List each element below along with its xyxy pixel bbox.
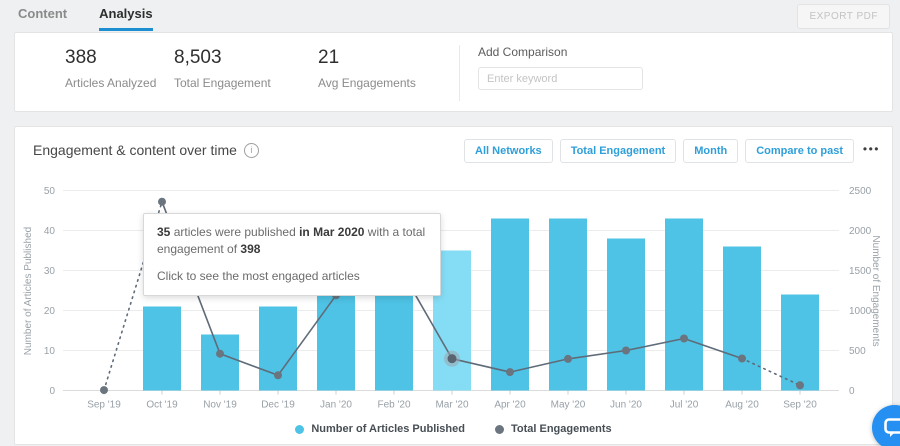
line-dot: [274, 371, 282, 379]
chart-title: Engagement & content over time: [33, 142, 237, 158]
svg-text:20: 20: [44, 306, 56, 317]
line-dot: [738, 355, 746, 363]
stat-articles-analyzed: 388 Articles Analyzed: [65, 47, 156, 90]
svg-text:Sep '20: Sep '20: [783, 400, 817, 411]
tabs: Content Analysis: [18, 6, 153, 31]
stat-value: 388: [65, 47, 156, 69]
bar: [549, 219, 587, 391]
svg-text:1000: 1000: [849, 306, 872, 317]
svg-text:2500: 2500: [849, 186, 872, 197]
line-dot: [622, 347, 630, 355]
line-dot: [564, 355, 572, 363]
svg-text:Dec '19: Dec '19: [261, 400, 295, 411]
svg-text:Oct '19: Oct '19: [146, 400, 178, 411]
top-tab-bar: Content Analysis EXPORT PDF: [0, 0, 900, 31]
svg-text:Feb '20: Feb '20: [377, 400, 410, 411]
bar: [607, 239, 645, 391]
chart-tooltip[interactable]: 35 articles were published in Mar 2020 w…: [143, 213, 441, 296]
svg-text:Mar '20: Mar '20: [435, 400, 468, 411]
bar: [665, 219, 703, 391]
bar: [491, 219, 529, 391]
info-icon[interactable]: i: [244, 143, 259, 158]
add-comparison-label: Add Comparison: [478, 45, 643, 59]
stats-card: 388 Articles Analyzed 8,503 Total Engage…: [14, 32, 893, 112]
legend-label: Number of Articles Published: [311, 423, 465, 435]
bar: [723, 247, 761, 391]
svg-text:Number of Engagements: Number of Engagements: [870, 235, 881, 346]
svg-text:Aug '20: Aug '20: [725, 400, 759, 411]
chart-legend: Number of Articles Published Total Engag…: [15, 423, 892, 435]
stat-value: 8,503: [174, 47, 271, 69]
svg-text:50: 50: [44, 186, 56, 197]
compare-to-past-button[interactable]: Compare to past: [745, 139, 854, 163]
comparison-keyword-input[interactable]: [478, 67, 643, 90]
tab-analysis[interactable]: Analysis: [99, 6, 152, 31]
stat-total-engagement: 8,503 Total Engagement: [174, 47, 271, 90]
svg-text:Sep '19: Sep '19: [87, 400, 121, 411]
svg-text:Jul '20: Jul '20: [670, 400, 699, 411]
legend-label: Total Engagements: [511, 423, 612, 435]
svg-text:Apr '20: Apr '20: [494, 400, 526, 411]
stat-avg-engagements: 21 Avg Engagements: [318, 47, 416, 90]
tooltip-hint: Click to see the most engaged articles: [157, 268, 427, 285]
svg-text:10: 10: [44, 346, 56, 357]
month-button[interactable]: Month: [683, 139, 738, 163]
bar: [201, 335, 239, 391]
bar: [143, 307, 181, 391]
all-networks-button[interactable]: All Networks: [464, 139, 553, 163]
svg-text:500: 500: [849, 346, 866, 357]
bar: [781, 295, 819, 391]
svg-text:May '20: May '20: [551, 400, 586, 411]
legend-item-articles[interactable]: Number of Articles Published: [295, 423, 465, 435]
line-dot-highlight: [448, 354, 457, 363]
chat-icon: [884, 418, 900, 438]
svg-text:Jan '20: Jan '20: [320, 400, 352, 411]
svg-text:1500: 1500: [849, 266, 872, 277]
tooltip-summary: 35 articles were published in Mar 2020 w…: [157, 224, 427, 259]
svg-text:Nov '19: Nov '19: [203, 400, 237, 411]
stat-label: Avg Engagements: [318, 76, 416, 90]
tab-content[interactable]: Content: [18, 6, 67, 31]
svg-text:2000: 2000: [849, 226, 872, 237]
line-dot: [506, 368, 514, 376]
line-dot: [796, 381, 804, 389]
line-dot: [680, 335, 688, 343]
stat-label: Total Engagement: [174, 76, 271, 90]
total-engagement-button[interactable]: Total Engagement: [560, 139, 677, 163]
divider: [459, 45, 460, 101]
stat-value: 21: [318, 47, 416, 69]
legend-dot-bars: [295, 425, 304, 434]
legend-dot-line: [495, 425, 504, 434]
export-pdf-button[interactable]: EXPORT PDF: [797, 4, 890, 29]
svg-text:Number of Articles Published: Number of Articles Published: [23, 227, 34, 355]
svg-text:30: 30: [44, 266, 56, 277]
svg-text:0: 0: [49, 386, 55, 397]
more-options-icon[interactable]: •••: [863, 142, 880, 156]
svg-text:Jun '20: Jun '20: [610, 400, 642, 411]
svg-text:40: 40: [44, 226, 56, 237]
stat-label: Articles Analyzed: [65, 76, 156, 90]
analytics-page: Content Analysis EXPORT PDF 388 Articles…: [0, 0, 900, 446]
add-comparison: Add Comparison: [478, 45, 643, 90]
chart-controls: All Networks Total Engagement Month Comp…: [464, 139, 854, 163]
line-dot: [100, 386, 108, 394]
line-dot: [158, 198, 166, 206]
svg-text:0: 0: [849, 386, 855, 397]
line-dot: [216, 350, 224, 358]
legend-item-engagements[interactable]: Total Engagements: [495, 423, 612, 435]
